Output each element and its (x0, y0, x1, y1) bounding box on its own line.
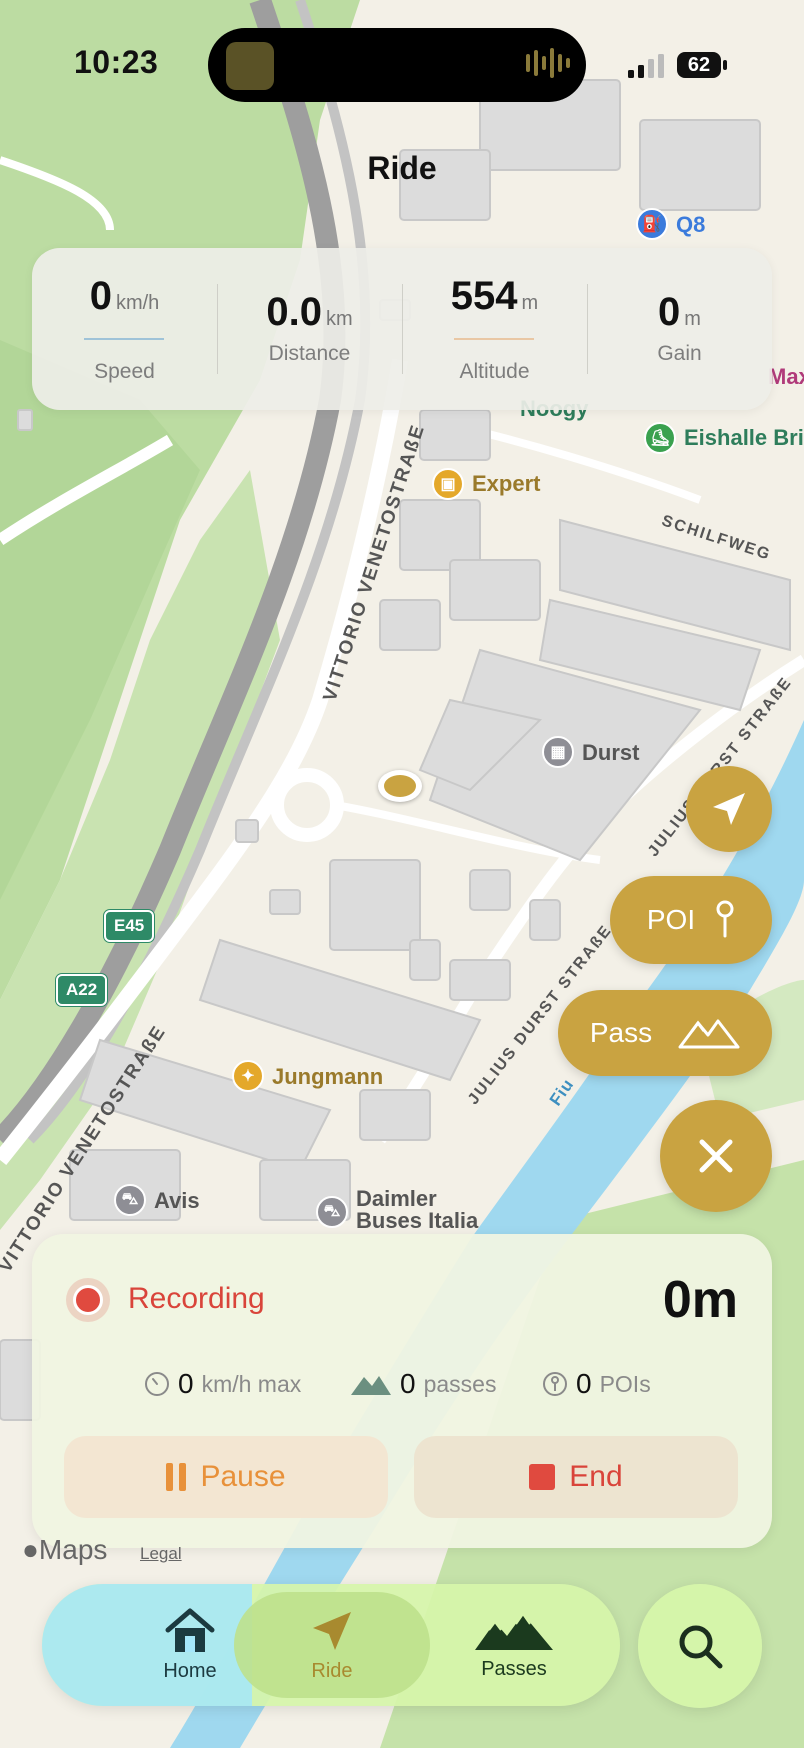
end-button[interactable]: End (414, 1436, 738, 1518)
tab-passes[interactable]: Passes (424, 1584, 604, 1706)
gas-station-icon[interactable]: ⛽ (636, 208, 668, 240)
stat-label: Altitude (459, 360, 530, 383)
recording-distance: 0m (662, 1271, 738, 1329)
stat-label: Gain (657, 342, 702, 365)
mountains-icon (351, 1376, 391, 1395)
mountains-icon (475, 1611, 553, 1650)
ride-stats-card: 0 km/h Speed 0.0 km Distance 554 m Altitude… (32, 248, 772, 410)
apple-logo-icon: ● (22, 1534, 39, 1565)
bus-icon[interactable]: ⛍ (316, 1196, 348, 1228)
stat-gain: 0m Gain (587, 248, 772, 410)
stat-value: 0.0 (266, 290, 322, 334)
road-shield-a22: A22 (56, 974, 108, 1006)
poi-jungmann[interactable]: Jungmann (272, 1064, 383, 1090)
close-icon (699, 1139, 733, 1173)
search-button[interactable] (638, 1584, 762, 1708)
metric-value: 0 (576, 1368, 592, 1399)
audio-waveform-icon (526, 48, 570, 78)
status-time: 10:23 (74, 44, 159, 80)
pass-button-label: Pass (589, 1017, 653, 1048)
metric-max-speed: 0 km/h max (144, 1368, 301, 1400)
legal-link[interactable]: Legal (140, 1544, 182, 1564)
road-shield-e45: E45 (104, 910, 155, 942)
poi-durst[interactable]: Durst (582, 740, 639, 766)
locate-button[interactable] (686, 766, 772, 852)
close-fab-button[interactable] (660, 1100, 772, 1212)
metric-label: km/h max (201, 1370, 302, 1397)
search-icon (679, 1625, 723, 1669)
shopping-bag-icon[interactable]: ▣ (432, 468, 464, 500)
stat-value: 554 (450, 274, 518, 318)
recording-indicator-icon (66, 1278, 110, 1322)
add-pass-button[interactable]: Pass (558, 990, 772, 1076)
metric-label: POIs (599, 1370, 651, 1397)
house-icon (165, 1608, 215, 1652)
metric-label: passes (423, 1370, 497, 1397)
pin-icon (543, 1372, 567, 1396)
poi-expert[interactable]: Expert (472, 471, 540, 497)
pause-button[interactable]: Pause (64, 1436, 388, 1518)
car-rental-icon[interactable]: ⛍ (114, 1184, 146, 1216)
recording-status: Recording (128, 1282, 265, 1315)
pause-button-label: Pause (200, 1460, 286, 1493)
signal-icon (628, 54, 664, 78)
tab-label: Ride (311, 1659, 353, 1682)
building-icon[interactable]: ▦ (542, 736, 574, 768)
navigation-arrow-icon (313, 1611, 351, 1650)
metric-pois: 0 POIs (542, 1368, 651, 1400)
stat-distance: 0.0 km Distance (217, 248, 402, 410)
metric-passes: 0 passes (350, 1368, 496, 1400)
tab-label: Home (163, 1659, 217, 1682)
lamp-icon[interactable]: ✦ (232, 1060, 264, 1092)
pause-icon (166, 1463, 187, 1491)
poi-eishalle[interactable]: Eishalle Bri (684, 425, 804, 451)
maps-attribution: ●Maps (22, 1534, 107, 1566)
pin-icon (716, 900, 734, 938)
tab-ride[interactable]: Ride (242, 1584, 422, 1706)
tab-bar: Home Ride Passes (42, 1584, 620, 1706)
stat-unit: km/h (115, 292, 160, 314)
now-playing-artwork (226, 42, 274, 90)
poi-q8[interactable]: Q8 (676, 212, 705, 238)
metric-value: 0 (400, 1368, 416, 1399)
page-title: Ride (367, 150, 437, 186)
poi-max[interactable]: Max (768, 364, 804, 390)
speedometer-icon (145, 1372, 169, 1396)
stat-value: 0 (658, 290, 681, 334)
add-poi-button[interactable]: POI (610, 876, 772, 964)
tab-label: Passes (481, 1657, 547, 1680)
poi-button-label: POI (646, 904, 696, 935)
mountains-icon (678, 1019, 740, 1049)
metric-value: 0 (178, 1368, 194, 1399)
poi-avis[interactable]: Avis (154, 1188, 200, 1214)
ice-rink-icon[interactable]: ⛸ (644, 422, 676, 454)
stat-unit: m (521, 292, 539, 314)
end-button-label: End (569, 1460, 623, 1493)
stat-label: Speed (94, 360, 155, 383)
stop-icon (529, 1464, 556, 1490)
stat-speed: 0 km/h Speed (32, 248, 217, 410)
stat-underline (84, 338, 164, 340)
stat-value: 0 (89, 274, 112, 318)
poi-daimler[interactable]: Daimler Buses Italia (356, 1188, 478, 1232)
navigation-arrow-icon (713, 793, 745, 825)
maps-wordmark: Maps (38, 1534, 108, 1565)
user-location-marker (378, 770, 422, 802)
stat-unit: m (684, 308, 701, 330)
stat-underline (454, 338, 534, 340)
battery-icon: 62 (677, 52, 721, 78)
stat-unit: km (325, 308, 353, 330)
stat-label: Distance (268, 342, 351, 365)
stat-altitude: 554 m Altitude (402, 248, 587, 410)
battery-nub (723, 60, 727, 70)
